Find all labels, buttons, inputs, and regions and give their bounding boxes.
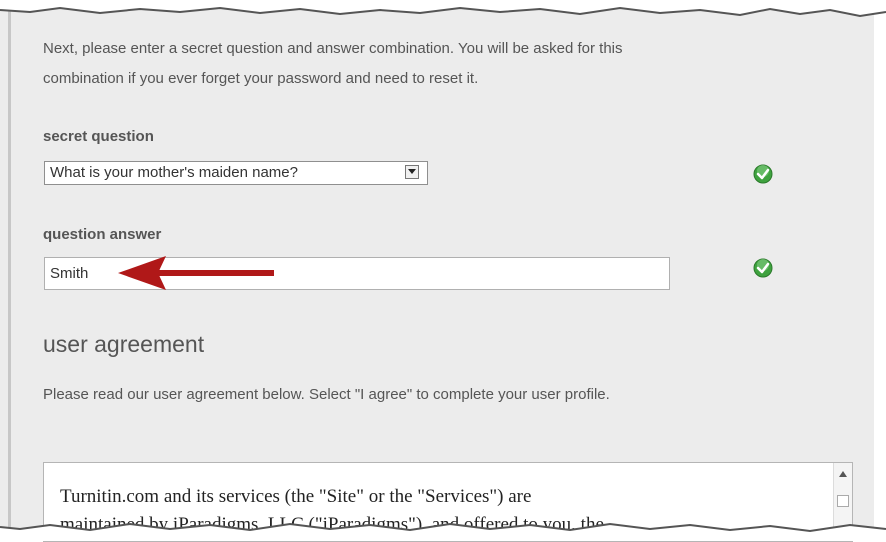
secret-question-label: secret question <box>43 128 154 145</box>
scroll-thumb[interactable] <box>837 495 849 507</box>
intro-line-2: combination if you ever forget your pass… <box>43 70 479 87</box>
secret-question-value: What is your mother's maiden name? <box>50 164 298 181</box>
intro-line-1: Next, please enter a secret question and… <box>43 40 623 57</box>
intro-text: Next, please enter a secret question and… <box>43 34 823 94</box>
secret-question-select[interactable]: What is your mother's maiden name? <box>44 161 428 185</box>
user-agreement-heading: user agreement <box>43 331 205 357</box>
annotation-arrow-icon <box>118 256 274 290</box>
torn-top-edge <box>0 0 886 18</box>
check-icon <box>753 164 773 184</box>
torn-bottom-edge <box>0 522 886 541</box>
user-agreement-note: Please read our user agreement below. Se… <box>43 386 610 403</box>
agreement-line-1: Turnitin.com and its services (the "Site… <box>60 486 532 507</box>
left-border <box>8 8 11 528</box>
question-answer-label: question answer <box>43 226 162 243</box>
check-icon <box>753 258 773 278</box>
chevron-down-icon[interactable] <box>405 165 419 179</box>
scroll-up-icon[interactable] <box>839 471 847 477</box>
